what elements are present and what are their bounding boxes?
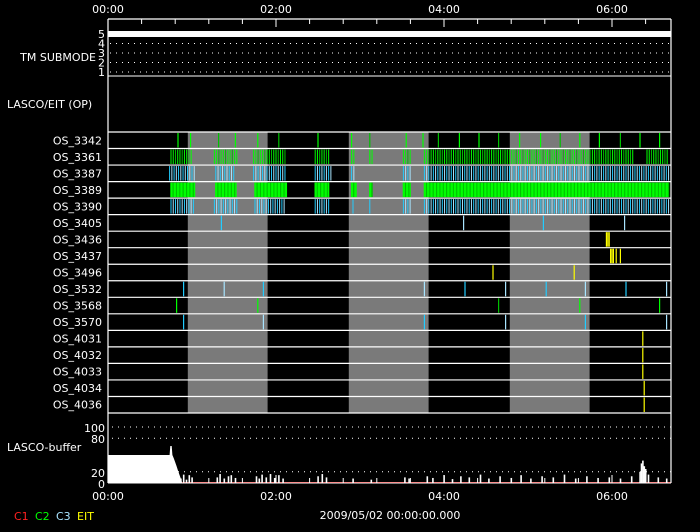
legend-item-c2: C2 <box>35 510 50 523</box>
row-label-os_4031: OS_4031 <box>53 333 102 346</box>
buffer-spike <box>185 479 188 483</box>
date-label: 2009/05/02 00:00:00.000 <box>320 509 461 522</box>
buffer-spike <box>404 477 406 483</box>
row-label-os_3568: OS_3568 <box>53 300 102 313</box>
buffer-spike <box>408 478 410 483</box>
buffer-spike <box>479 474 482 483</box>
buffer-spike <box>619 478 622 483</box>
buffer-spike <box>261 474 263 483</box>
buffer-spike <box>325 477 328 483</box>
buffer-spike <box>541 476 543 483</box>
top-time-label: 00:00 <box>92 3 124 16</box>
buffer-spike <box>586 476 588 483</box>
legend-item-c1: C1 <box>14 510 29 523</box>
buffer-spike <box>258 478 261 483</box>
row-label-os_3361: OS_3361 <box>53 151 102 164</box>
legend-item-eit: EIT <box>77 510 94 523</box>
buffer-spike <box>230 475 233 483</box>
top-time-label: 02:00 <box>260 3 292 16</box>
buffer-spike <box>278 475 280 483</box>
buffer-spike <box>265 477 268 483</box>
legend-item-c3: C3 <box>56 510 71 523</box>
buffer-spike <box>530 478 532 483</box>
buffer-spike <box>255 476 258 483</box>
buffer-spike <box>642 460 644 483</box>
buffer-spike <box>180 478 182 483</box>
bottom-time-label: 00:00 <box>92 490 124 503</box>
buffer-spike <box>451 479 454 483</box>
buffer-spike <box>639 471 641 483</box>
buffer-spike <box>370 479 373 483</box>
bottom-time-label: 02:00 <box>260 490 292 503</box>
row-label-os_3387: OS_3387 <box>53 167 102 180</box>
buffer-spike <box>640 463 643 483</box>
buffer-label: LASCO-buffer <box>7 441 82 454</box>
row-label-os_3437: OS_3437 <box>53 250 102 263</box>
buffer-spike <box>321 474 324 483</box>
buffer-spike <box>273 477 276 483</box>
buffer-spike <box>608 477 611 483</box>
row-label-os_3570: OS_3570 <box>53 316 102 329</box>
buffer-spike <box>188 475 191 483</box>
buffer-spike <box>426 476 429 483</box>
buffer-spike <box>460 476 462 483</box>
row-label-os_4032: OS_4032 <box>53 349 102 362</box>
buffer-spike <box>216 477 219 483</box>
buffer-spike <box>563 474 566 483</box>
buffer-spike <box>643 466 646 483</box>
top-time-label: 04:00 <box>428 3 460 16</box>
buffer-y-label: 80 <box>91 433 105 446</box>
buffer-spike <box>468 477 471 483</box>
row-label-os_3532: OS_3532 <box>53 283 102 296</box>
buffer-spike <box>182 474 185 483</box>
row-label-os_3496: OS_3496 <box>53 267 102 280</box>
row-label-os_4033: OS_4033 <box>53 366 102 379</box>
buffer-spike <box>665 478 668 483</box>
buffer-spike <box>191 477 193 483</box>
buffer-spike <box>269 474 272 483</box>
row-label-os_3389: OS_3389 <box>53 184 102 197</box>
submode-value-band <box>108 31 671 37</box>
buffer-spike <box>223 478 226 483</box>
buffer-spike <box>520 475 522 483</box>
top-time-label: 06:00 <box>596 3 628 16</box>
buffer-spike <box>282 478 284 483</box>
buffer-spike <box>234 477 237 483</box>
row-label-os_3405: OS_3405 <box>53 217 102 230</box>
buffer-spike <box>647 474 650 483</box>
row-label-os_4036: OS_4036 <box>53 399 102 412</box>
buffer-spike <box>630 476 633 483</box>
tm-submode-label: TM SUBMODE <box>19 51 96 64</box>
buffer-spike <box>597 477 599 483</box>
buffer-spike <box>488 478 490 483</box>
gray-interval <box>348 132 429 413</box>
buffer-spike <box>574 478 577 483</box>
buffer-spike <box>552 477 555 483</box>
lasco-timeline-chart: 00:00 00:00 02:00 02:00 04:00 04:00 06:00 06:00… <box>0 0 700 532</box>
row-label-os_3390: OS_3390 <box>53 200 102 213</box>
bottom-time-label: 04:00 <box>428 490 460 503</box>
submode-level-label: 1 <box>98 66 105 79</box>
buffer-spike <box>499 476 501 483</box>
lasco-eit-op-label: LASCO/EIT (OP) <box>7 98 92 111</box>
buffer-y-label: 0 <box>98 478 105 491</box>
buffer-spike <box>317 476 319 483</box>
row-label-os_4034: OS_4034 <box>53 382 102 395</box>
buffer-spike <box>219 474 221 483</box>
buffer-spike <box>352 478 354 483</box>
row-label-os_3342: OS_3342 <box>53 134 102 147</box>
bottom-time-label: 06:00 <box>596 490 628 503</box>
buffer-spike <box>227 476 230 483</box>
row-label-os_3436: OS_3436 <box>53 233 102 246</box>
buffer-spike <box>432 477 434 483</box>
buffer-spike <box>657 477 660 483</box>
buffer-spike <box>177 476 179 483</box>
